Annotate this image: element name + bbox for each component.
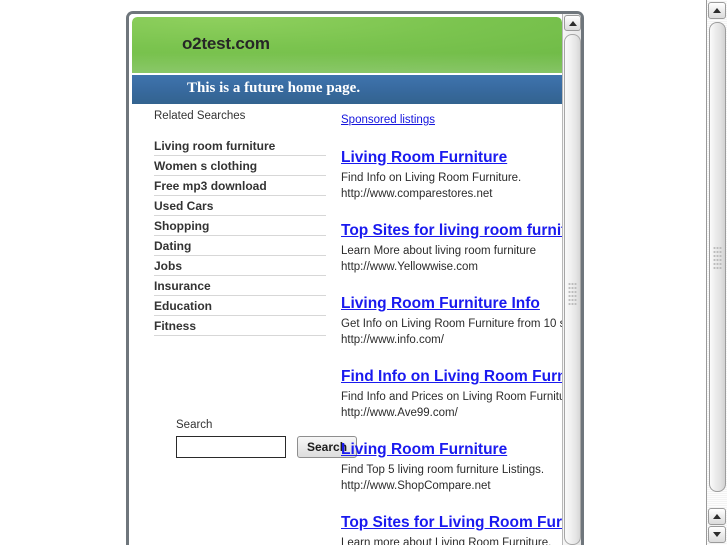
- listing-item: Living Room Furniture Info Get Info on L…: [341, 295, 581, 347]
- list-item[interactable]: Dating: [154, 239, 326, 256]
- scrollbar-grip-icon: [568, 283, 577, 305]
- list-item[interactable]: Living room furniture: [154, 139, 326, 156]
- related-search-link[interactable]: Jobs: [154, 259, 326, 273]
- listing-url: http://www.Ave99.com/: [341, 407, 458, 419]
- site-header: o2test.com This is a future home page.: [132, 17, 562, 107]
- list-item[interactable]: Insurance: [154, 279, 326, 296]
- listing-description: Learn more about Living Room Furniture.: [341, 537, 552, 545]
- listing-description: Find Top 5 living room furniture Listing…: [341, 464, 545, 476]
- listing-description: Find Info and Prices on Living Room Furn…: [341, 391, 576, 403]
- outer-scrollbar-thumb[interactable]: [709, 22, 726, 492]
- related-searches-column: Related Searches Living room furniture W…: [154, 110, 358, 458]
- list-item[interactable]: Women s clothing: [154, 159, 326, 176]
- screen: o2test.com This is a future home page. R…: [0, 0, 727, 545]
- site-title: o2test.com: [182, 34, 270, 53]
- search-input[interactable]: [176, 436, 286, 458]
- listing-item: Find Info on Living Room Furniture Find …: [341, 368, 581, 420]
- related-search-link[interactable]: Shopping: [154, 219, 326, 233]
- listing-title-link[interactable]: Living Room Furniture: [341, 441, 507, 459]
- listing-description: Learn More about living room furniture: [341, 245, 536, 257]
- outer-scroll-up-button-bottom[interactable]: [708, 508, 726, 525]
- related-search-link[interactable]: Dating: [154, 239, 326, 253]
- related-search-link[interactable]: Used Cars: [154, 199, 326, 213]
- triangle-up-icon: [713, 8, 721, 13]
- inner-vertical-scrollbar[interactable]: [562, 14, 581, 545]
- listing-url: http://www.ShopCompare.net: [341, 480, 491, 492]
- triangle-down-icon: [713, 532, 721, 537]
- list-item[interactable]: Jobs: [154, 259, 326, 276]
- browser-page-frame: o2test.com This is a future home page. R…: [126, 11, 584, 545]
- related-searches-list: Living room furniture Women s clothing F…: [154, 139, 326, 336]
- triangle-up-icon: [568, 20, 577, 26]
- related-search-link[interactable]: Living room furniture: [154, 139, 326, 153]
- related-search-link[interactable]: Fitness: [154, 319, 326, 333]
- list-item[interactable]: Shopping: [154, 219, 326, 236]
- scrollbar-grip-icon: [713, 247, 722, 269]
- listing-item: Living Room Furniture Find Info on Livin…: [341, 149, 581, 201]
- outer-vertical-scrollbar[interactable]: [706, 0, 727, 545]
- list-item[interactable]: Fitness: [154, 319, 326, 336]
- related-search-link[interactable]: Free mp3 download: [154, 179, 326, 193]
- listing-title-link[interactable]: Living Room Furniture Info: [341, 295, 540, 313]
- listing-url: http://www.comparestores.net: [341, 188, 493, 200]
- list-item[interactable]: Education: [154, 299, 326, 316]
- related-search-link[interactable]: Education: [154, 299, 326, 313]
- listing-description: Get Info on Living Room Furniture from 1…: [341, 318, 581, 330]
- listing-item: Living Room Furniture Find Top 5 living …: [341, 441, 581, 493]
- listing-title-link[interactable]: Find Info on Living Room Furniture: [341, 368, 581, 386]
- header-tagline: This is a future home page.: [187, 80, 361, 96]
- related-search-link[interactable]: Women s clothing: [154, 159, 326, 173]
- inner-scrollbar-thumb[interactable]: [564, 34, 581, 545]
- list-item[interactable]: Used Cars: [154, 199, 326, 216]
- triangle-up-icon: [713, 514, 721, 519]
- listing-item: Top Sites for living room furniture Lear…: [341, 222, 581, 274]
- outer-scroll-down-button[interactable]: [708, 526, 726, 543]
- sponsored-listings-heading-link[interactable]: Sponsored listings: [341, 114, 435, 126]
- header-blue-band: This is a future home page.: [132, 74, 562, 104]
- listing-title-link[interactable]: Living Room Furniture: [341, 149, 507, 167]
- sponsored-listings-column: Sponsored listings Living Room Furniture…: [341, 110, 581, 545]
- page-viewport: o2test.com This is a future home page. R…: [129, 14, 581, 545]
- outer-scroll-up-button-top[interactable]: [708, 2, 726, 19]
- listing-item: Top Sites for Living Room Furniture Lear…: [341, 514, 581, 545]
- listing-title-link[interactable]: Top Sites for Living Room Furniture: [341, 514, 581, 532]
- related-search-link[interactable]: Insurance: [154, 279, 326, 293]
- related-searches-heading: Related Searches: [154, 110, 246, 122]
- listing-url: http://www.Yellowwise.com: [341, 261, 478, 273]
- listing-title-link[interactable]: Top Sites for living room furniture: [341, 222, 581, 240]
- inner-scroll-up-button[interactable]: [564, 15, 581, 31]
- list-item[interactable]: Free mp3 download: [154, 179, 326, 196]
- listing-url: http://www.info.com/: [341, 334, 444, 346]
- page-content: Related Searches Living room furniture W…: [132, 110, 581, 545]
- listing-description: Find Info on Living Room Furniture.: [341, 172, 522, 184]
